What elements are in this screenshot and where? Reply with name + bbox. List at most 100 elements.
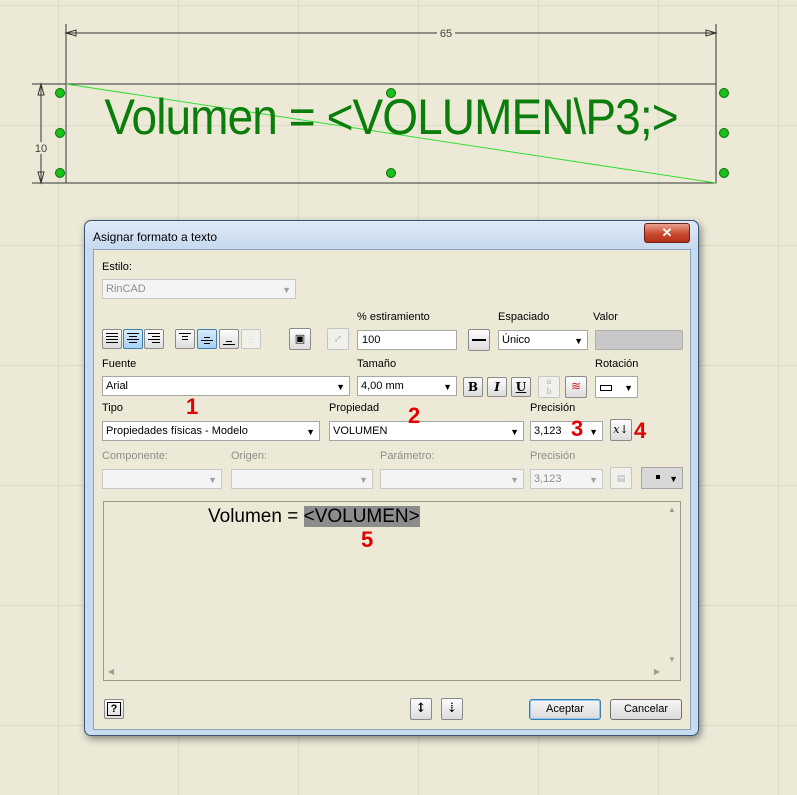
align-middle-button[interactable] [197, 329, 217, 349]
espaciado-value: Único [502, 334, 531, 346]
precision2-value: 3,123 [534, 473, 562, 485]
color-swatch-icon [656, 475, 660, 479]
chevron-down-icon: ▼ [574, 336, 583, 346]
property-token[interactable]: <VOLUMEN> [303, 506, 420, 527]
origen-select: ▼ [231, 469, 373, 489]
grip-handle[interactable] [719, 88, 729, 98]
grip-handle[interactable] [719, 128, 729, 138]
estiramiento-input[interactable]: 100 [357, 330, 457, 350]
format-text-dialog: Asignar formato a texto ✕ Estilo: RinCAD… [84, 220, 699, 736]
dialog-title: Asignar formato a texto [93, 230, 218, 244]
grip-handle[interactable] [55, 88, 65, 98]
arrow-down-icon: ⇣ [446, 701, 458, 716]
chevron-down-icon: ▼ [624, 383, 633, 393]
espaciado-select[interactable]: Único ▼ [498, 330, 588, 350]
estilo-label: Estilo: [102, 261, 132, 273]
chevron-down-icon: ▼ [669, 474, 678, 484]
chevron-down-icon: ▼ [359, 475, 368, 485]
editor-line[interactable]: Volumen = <VOLUMEN> [208, 506, 420, 528]
insert-parameter-button[interactable]: x↓ [610, 419, 632, 441]
chevron-down-icon: ▼ [336, 382, 345, 392]
grip-handle[interactable] [55, 168, 65, 178]
grip-handle[interactable] [386, 168, 396, 178]
chevron-down-icon: ▼ [510, 475, 519, 485]
tamano-select[interactable]: 4,00 mm ▼ [357, 376, 457, 396]
chevron-down-icon: ▼ [510, 427, 519, 437]
align-bottom-button[interactable] [219, 329, 239, 349]
height-dimension-text: 10 [35, 143, 47, 155]
tamano-label: Tamaño [357, 358, 397, 370]
rotacion-label: Rotación [595, 358, 639, 370]
underline-button[interactable]: U [511, 377, 531, 397]
layers-icon: ≋ [570, 379, 582, 393]
layers-button[interactable]: ≋ [565, 376, 587, 398]
text-color-select[interactable]: ▼ [641, 467, 683, 489]
close-button[interactable]: ✕ [644, 223, 690, 243]
accept-button[interactable]: Aceptar [529, 699, 601, 720]
bold-button[interactable]: B [463, 377, 483, 397]
text-editor[interactable]: Volumen = <VOLUMEN> ▲ ▼ ◀ ▶ [103, 501, 681, 681]
cancel-button[interactable]: Cancelar [610, 699, 682, 720]
align-top-button[interactable] [175, 329, 195, 349]
close-icon: ✕ [661, 225, 673, 240]
fuente-label: Fuente [102, 358, 137, 370]
scroll-down-icon[interactable]: ▼ [668, 655, 676, 664]
tipo-select[interactable]: Propiedades físicas - Modelo ▼ [102, 421, 320, 441]
precision2-select: 3,123 ▼ [530, 469, 603, 489]
rotacion-select[interactable]: ▼ [595, 376, 638, 398]
estilo-value: RinCAD [106, 283, 146, 295]
vertical-scrollbar[interactable]: ▲ ▼ [664, 502, 680, 666]
align-left-button[interactable] [102, 329, 122, 349]
line-spacing-button[interactable] [468, 329, 490, 351]
origen-label: Origen: [231, 450, 268, 462]
annotation-3: 3 [571, 416, 584, 441]
precision-value: 3,123 [534, 425, 562, 437]
componente-select: ▼ [102, 469, 222, 489]
italic-button[interactable]: I [487, 377, 507, 397]
fit-text-button: ⤢ [327, 328, 349, 350]
grip-handle[interactable] [55, 128, 65, 138]
arrows-up-down-icon: ↕ [415, 701, 427, 716]
tipo-label: Tipo [102, 402, 123, 414]
fit-text-icon: ⤢ [333, 334, 343, 345]
stack-fraction-button: ab [538, 376, 560, 398]
horizontal-scrollbar[interactable]: ◀ ▶ [104, 664, 680, 680]
parameter-icon: x↓ [613, 423, 629, 436]
chevron-down-icon: ▼ [282, 285, 291, 295]
rotation-icon [600, 385, 612, 391]
align-right-button[interactable] [144, 329, 164, 349]
scroll-up-icon[interactable]: ▲ [668, 505, 676, 514]
chevron-down-icon: ▼ [589, 475, 598, 485]
text-frame-button[interactable]: ▣ [289, 328, 311, 350]
grip-handle[interactable] [719, 168, 729, 178]
editor-text: Volumen = [208, 506, 304, 527]
fraction-icon: ab [546, 377, 552, 396]
precision-select[interactable]: 3,123 ▼ [530, 421, 603, 441]
fuente-value: Arial [106, 380, 129, 392]
align-baseline-button: ⫶⫶ [241, 329, 261, 349]
align-center-button[interactable] [123, 329, 143, 349]
precision-label: Precisión [530, 402, 576, 414]
espaciado-label: Espaciado [498, 311, 550, 323]
move-up-button[interactable]: ↕ [410, 698, 432, 720]
chevron-down-icon: ▼ [443, 382, 452, 392]
annotation-1: 1 [186, 394, 199, 419]
estilo-select: RinCAD ▼ [102, 279, 296, 299]
text-frame-icon: ▣ [294, 332, 306, 345]
fuente-select[interactable]: Arial ▼ [102, 376, 350, 396]
propiedad-select[interactable]: VOLUMEN ▼ [329, 421, 524, 441]
parametro-label: Parámetro: [380, 450, 435, 462]
help-icon: ? [107, 702, 121, 716]
annotation-5: 5 [361, 527, 374, 552]
tamano-value: 4,00 mm [361, 380, 404, 392]
annotation-4: 4 [634, 418, 647, 443]
grip-handle[interactable] [386, 88, 396, 98]
dialog-titlebar[interactable]: Asignar formato a texto ✕ [85, 221, 698, 249]
valor-input [595, 330, 683, 350]
propiedad-label: Propiedad [329, 402, 380, 414]
help-button[interactable]: ? [104, 699, 124, 719]
scroll-right-icon[interactable]: ▶ [654, 667, 660, 676]
scroll-left-icon[interactable]: ◀ [108, 667, 114, 676]
precision2-label: Precisión [530, 450, 576, 462]
move-down-button[interactable]: ⇣ [441, 698, 463, 720]
